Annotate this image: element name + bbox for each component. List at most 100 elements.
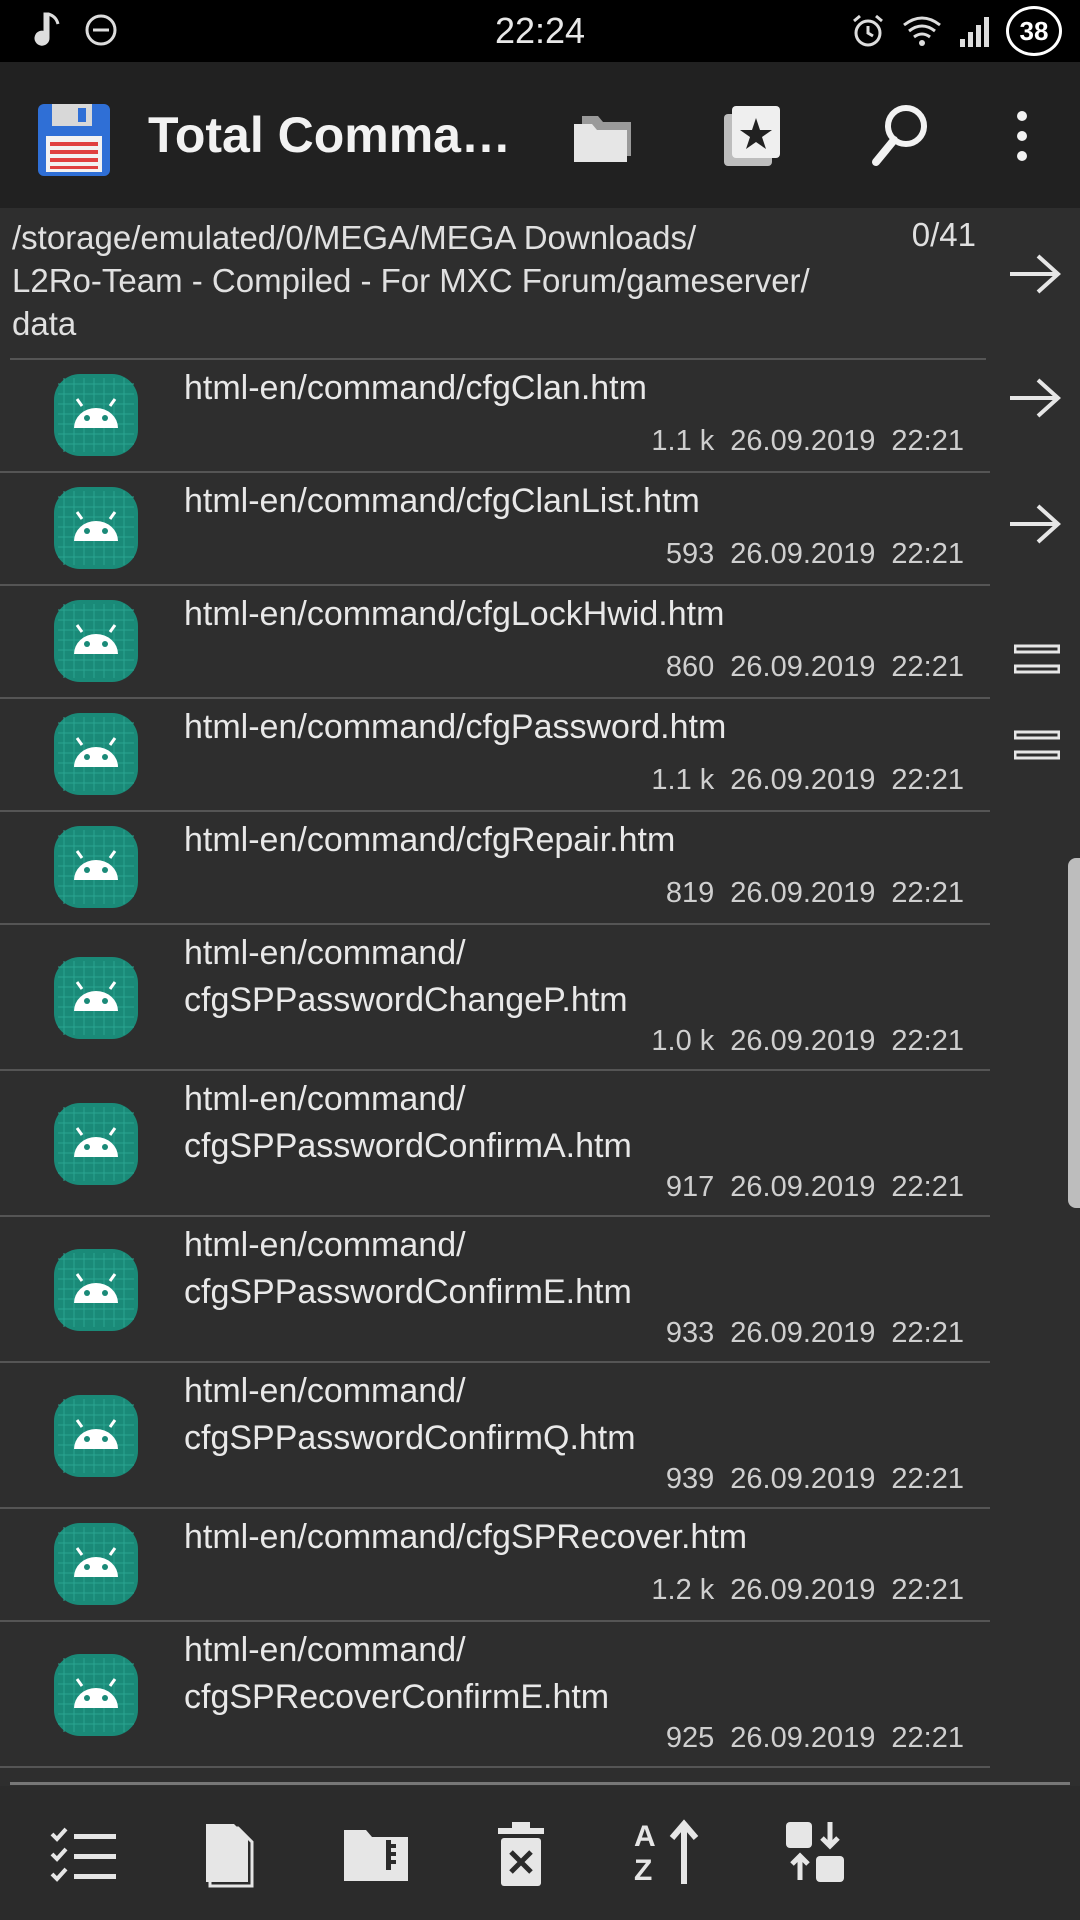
status-bar: 22:24 38	[0, 0, 1080, 62]
search-icon[interactable]	[870, 102, 932, 168]
file-meta: 860 26.09.2019 22:21	[666, 651, 964, 684]
file-row[interactable]: html-en/command/cfgSPPasswordConfirmE.ht…	[0, 1217, 990, 1363]
swap-icon[interactable]	[784, 1820, 846, 1884]
file-name: html-en/command/cfgClan.htm	[184, 369, 647, 407]
file-date: 26.09.2019	[730, 1722, 876, 1754]
file-name-continued: cfgSPPasswordConfirmE.htm	[184, 1273, 632, 1311]
file-time: 22:21	[891, 651, 964, 683]
app-title: Total Comman…	[148, 107, 536, 163]
file-date: 26.09.2019	[730, 877, 876, 909]
file-size: 939	[665, 1463, 715, 1495]
android-app-icon	[54, 1103, 138, 1185]
more-vert-icon[interactable]	[1012, 110, 1032, 162]
select-list-icon[interactable]	[50, 1826, 118, 1884]
arrow-right-icon[interactable]	[1008, 250, 1064, 298]
file-meta: 939 26.09.2019 22:21	[666, 1463, 964, 1496]
file-time: 22:21	[891, 1171, 964, 1203]
file-row[interactable]: html-en/command/cfgSPPasswordConfirmQ.ht…	[0, 1363, 990, 1509]
file-meta: 1.2 k 26.09.2019 22:21	[651, 1574, 964, 1607]
android-app-icon	[54, 713, 138, 795]
file-name-continued: cfgSPPasswordConfirmQ.htm	[184, 1419, 636, 1457]
selection-count: 0/41	[911, 216, 976, 253]
file-row[interactable]: html-en/command/cfgSPPasswordConfirmA.ht…	[0, 1071, 990, 1217]
file-size: 1.0 k	[651, 1025, 715, 1057]
file-row[interactable]: html-en/command/cfgRepair.htm 819 26.09.20…	[0, 812, 990, 925]
file-time: 22:21	[891, 1574, 964, 1606]
file-row[interactable]: html-en/command/cfgClanList.htm 593 26.09.…	[0, 473, 990, 586]
file-date: 26.09.2019	[730, 1574, 876, 1606]
file-date: 26.09.2019	[730, 1171, 876, 1203]
bookmark-star-icon[interactable]	[722, 104, 782, 168]
file-name: html-en/command/cfgSPRecover.htm	[184, 1518, 748, 1556]
new-file-icon[interactable]	[200, 1820, 256, 1888]
file-time: 22:21	[891, 538, 964, 570]
file-name: html-en/command/	[184, 934, 466, 972]
file-list: html-en/command/cfgClan.htm 1.1 k 26.09.20…	[0, 360, 990, 1768]
android-app-icon	[54, 826, 138, 908]
file-name: html-en/command/	[184, 1226, 466, 1264]
wifi-icon	[903, 16, 941, 46]
file-time: 22:21	[891, 1025, 964, 1057]
zip-folder-icon[interactable]	[342, 1826, 412, 1884]
sort-az-icon[interactable]: A Z	[632, 1818, 702, 1886]
arrow-right-icon[interactable]	[1008, 500, 1064, 548]
svg-text:Z: Z	[634, 1854, 652, 1886]
file-meta: 1.1 k 26.09.2019 22:21	[651, 764, 964, 797]
file-time: 22:21	[891, 764, 964, 796]
file-name: html-en/command/cfgRepair.htm	[184, 821, 676, 859]
file-row[interactable]: html-en/command/cfgLockHwid.htm 860 26.09.…	[0, 586, 990, 699]
file-name: html-en/command/	[184, 1372, 466, 1410]
clock: 22:24	[494, 10, 586, 51]
file-size: 593	[665, 538, 715, 570]
android-app-icon	[54, 1654, 138, 1736]
file-name: html-en/command/cfgClanList.htm	[184, 482, 700, 520]
android-app-icon	[54, 487, 138, 569]
android-app-icon	[54, 374, 138, 456]
file-size: 860	[665, 651, 715, 683]
file-name: html-en/command/cfgLockHwid.htm	[184, 595, 725, 633]
file-row[interactable]: html-en/command/cfgSPRecoverConfirmE.htm…	[0, 1622, 990, 1768]
folders-icon[interactable]	[572, 106, 638, 166]
file-meta: 1.0 k 26.09.2019 22:21	[651, 1025, 964, 1058]
file-meta: 933 26.09.2019 22:21	[666, 1317, 964, 1350]
file-size: 1.1 k	[651, 425, 715, 457]
arrow-right-icon[interactable]	[1008, 374, 1064, 422]
delete-icon[interactable]	[494, 1822, 548, 1888]
divider	[10, 1782, 1070, 1785]
file-date: 26.09.2019	[730, 1317, 876, 1349]
do-not-disturb-icon	[85, 14, 117, 46]
file-row[interactable]: html-en/command/cfgClan.htm 1.1 k 26.09.20…	[0, 360, 990, 473]
app-bar: Total Comman…	[0, 62, 1080, 208]
file-time: 22:21	[891, 1317, 964, 1349]
alarm-icon	[853, 14, 883, 47]
current-path[interactable]: /storage/emulated/0/MEGA/MEGA Downloads/…	[0, 208, 990, 360]
file-row[interactable]: html-en/command/cfgSPRecover.htm 1.2 k 26.…	[0, 1509, 990, 1622]
equals-icon[interactable]	[1014, 644, 1060, 678]
file-row[interactable]: html-en/command/cfgSPPasswordChangeP.htm…	[0, 925, 990, 1071]
file-meta: 917 26.09.2019 22:21	[666, 1171, 964, 1204]
file-size: 933	[665, 1317, 715, 1349]
file-name-continued: cfgSPPasswordChangeP.htm	[184, 981, 628, 1019]
floppy-disk-icon	[38, 104, 110, 176]
file-name: html-en/command/	[184, 1631, 466, 1669]
file-time: 22:21	[891, 1463, 964, 1495]
file-name-continued: cfgSPRecoverConfirmE.htm	[184, 1678, 610, 1716]
bottom-toolbar: A Z	[0, 1786, 1080, 1920]
android-app-icon	[54, 1249, 138, 1331]
file-row[interactable]: html-en/command/cfgPassword.htm 1.1 k 26.0…	[0, 699, 990, 812]
android-app-icon	[54, 1395, 138, 1477]
file-date: 26.09.2019	[730, 764, 876, 796]
file-size: 925	[665, 1722, 715, 1754]
file-time: 22:21	[891, 1722, 964, 1754]
scrollbar-thumb[interactable]	[1068, 858, 1080, 1208]
android-app-icon	[54, 957, 138, 1039]
android-app-icon	[54, 1523, 138, 1605]
file-size: 917	[665, 1171, 715, 1203]
battery-indicator: 38	[1006, 6, 1062, 56]
file-name: html-en/command/	[184, 1080, 466, 1118]
path-text: /storage/emulated/0/MEGA/MEGA Downloads/…	[12, 219, 810, 342]
signal-icon	[960, 17, 989, 47]
file-name: html-en/command/cfgPassword.htm	[184, 708, 727, 746]
file-date: 26.09.2019	[730, 1463, 876, 1495]
equals-icon[interactable]	[1014, 730, 1060, 764]
